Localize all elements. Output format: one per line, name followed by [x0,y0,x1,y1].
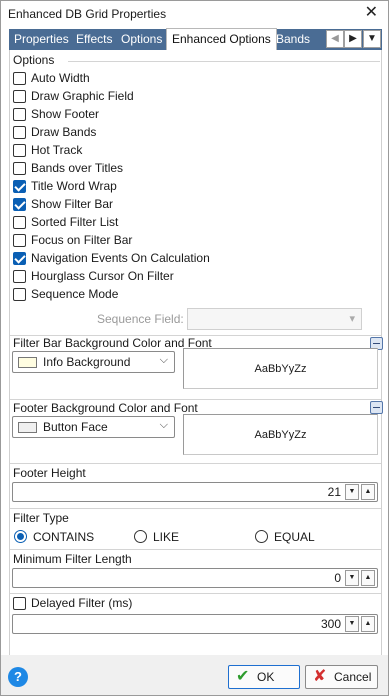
footer-height-spinner[interactable]: 21 ▼ ▲ [12,482,378,502]
divider [10,549,381,550]
footer-bg-color-value: Button Face [43,420,108,434]
window-title: Enhanced DB Grid Properties [8,7,167,21]
checkbox-indicator [13,288,26,301]
checkbox-label: Sequence Mode [31,287,119,301]
radio-indicator [14,530,27,543]
tab-scroll-left-icon[interactable]: ◀ [326,30,344,48]
checkbox-label: Delayed Filter (ms) [31,596,133,610]
checkbox-indicator [13,108,26,121]
color-swatch [18,357,37,368]
checkbox-label: Auto Width [31,71,90,85]
footer-height-value: 21 [327,485,341,499]
collapse-footer-bg-icon[interactable] [370,401,383,414]
checkbox-indicator [13,162,26,175]
filter-bar-group-title: Filter Bar Background Color and Font [13,336,212,350]
spin-up-icon[interactable]: ▲ [361,570,375,586]
checkbox-indicator [13,252,26,265]
divider [10,463,381,464]
filter-bar-color-select[interactable]: Info Background ⌵ [12,351,175,373]
cross-icon: ✘ [313,668,327,685]
checkbox-label: Draw Bands [31,125,97,139]
delayed-filter-spinner[interactable]: 300 ▼ ▲ [12,614,378,634]
footer-height-group-title: Footer Height [13,466,86,480]
checkbox-label: Sorted Filter List [31,215,119,229]
enhanced-options-panel: Options Auto Width Draw Graphic Field Show… [9,50,383,655]
filter-type-group-title: Filter Type [13,511,69,525]
tab-scroll-right-icon[interactable]: ▶ [344,30,362,48]
min-filter-length-value: 0 [334,571,341,585]
ok-button-label: OK [257,670,275,684]
filter-bar-font-sample: AaBbYyZz [254,363,307,375]
checkbox-label: Hourglass Cursor On Filter [31,269,174,283]
checkmark-icon: ✔ [236,668,250,685]
close-icon[interactable]: ✕ [365,4,378,22]
chevron-down-icon: ⌵ [159,419,168,431]
sequence-field-select[interactable]: ▾ [187,308,362,330]
checkbox-label: Draw Graphic Field [31,89,134,103]
chevron-down-icon: ⌵ [159,354,168,366]
cancel-button[interactable]: ✘ Cancel [305,665,378,689]
checkbox-indicator [13,180,26,193]
spin-up-icon[interactable]: ▲ [361,616,375,632]
checkbox-label: Show Filter Bar [31,197,114,211]
radio-label: LIKE [153,530,180,544]
tab-strip: Properties Effects Options Enhanced Opti… [9,28,382,50]
radio-label: CONTAINS [33,530,95,544]
delayed-filter-value: 300 [320,617,341,631]
footer-font-button[interactable]: AaBbYyZz [183,414,378,455]
checkbox-indicator [13,144,26,157]
options-group-line [68,61,380,62]
filter-bar-color-value: Info Background [43,355,131,369]
checkbox-label: Bands over Titles [31,161,124,175]
spin-up-icon[interactable]: ▲ [361,484,375,500]
checkbox-indicator [13,216,26,229]
radio-indicator [255,530,268,543]
checkbox-indicator [13,597,26,610]
color-swatch [18,422,37,433]
checkbox-indicator [13,234,26,247]
divider [10,508,381,509]
checkbox-label: Hot Track [31,143,83,157]
ok-button[interactable]: ✔ OK [228,665,300,689]
radio-indicator [134,530,147,543]
checkbox-label: Navigation Events On Calculation [31,251,210,265]
spin-down-icon[interactable]: ▼ [345,570,359,586]
checkbox-indicator [13,270,26,283]
checkbox-indicator [13,198,26,211]
checkbox-label: Title Word Wrap [31,179,117,193]
dialog-window: Enhanced DB Grid Properties ✕ Properties… [0,0,389,696]
filter-bar-font-button[interactable]: AaBbYyZz [183,348,378,389]
checkbox-indicator [13,90,26,103]
options-group-title: Options [13,53,55,67]
min-filter-length-spinner[interactable]: 0 ▼ ▲ [12,568,378,588]
cancel-button-label: Cancel [334,670,372,684]
title-bar: Enhanced DB Grid Properties ✕ [1,1,388,27]
tab-options[interactable]: Options [116,29,167,50]
tab-enhanced-options[interactable]: Enhanced Options [166,28,277,50]
spin-down-icon[interactable]: ▼ [345,616,359,632]
checkbox-indicator [13,126,26,139]
sequence-field-label: Sequence Field: [97,312,184,326]
min-filter-length-group-title: Minimum Filter Length [13,552,132,566]
footer-bg-group-title: Footer Background Color and Font [13,401,198,415]
tab-list-menu-icon[interactable]: ▼ [363,30,381,48]
footer-font-sample: AaBbYyZz [254,429,307,441]
checkbox-indicator [13,72,26,85]
checkbox-label: Focus on Filter Bar [31,233,133,247]
help-icon[interactable]: ? [8,667,28,687]
chevron-down-icon: ▾ [349,313,355,325]
spin-down-icon[interactable]: ▼ [345,484,359,500]
tab-effects[interactable]: Effects [71,29,117,50]
radio-label: EQUAL [274,530,315,544]
divider [10,399,381,400]
dialog-footer: ? ✔ OK ✘ Cancel [1,655,388,695]
tab-bands[interactable]: Bands [271,29,315,50]
tab-properties[interactable]: Properties [9,29,74,50]
divider [10,593,381,594]
checkbox-label: Show Footer [31,107,100,121]
footer-bg-color-select[interactable]: Button Face ⌵ [12,416,175,438]
